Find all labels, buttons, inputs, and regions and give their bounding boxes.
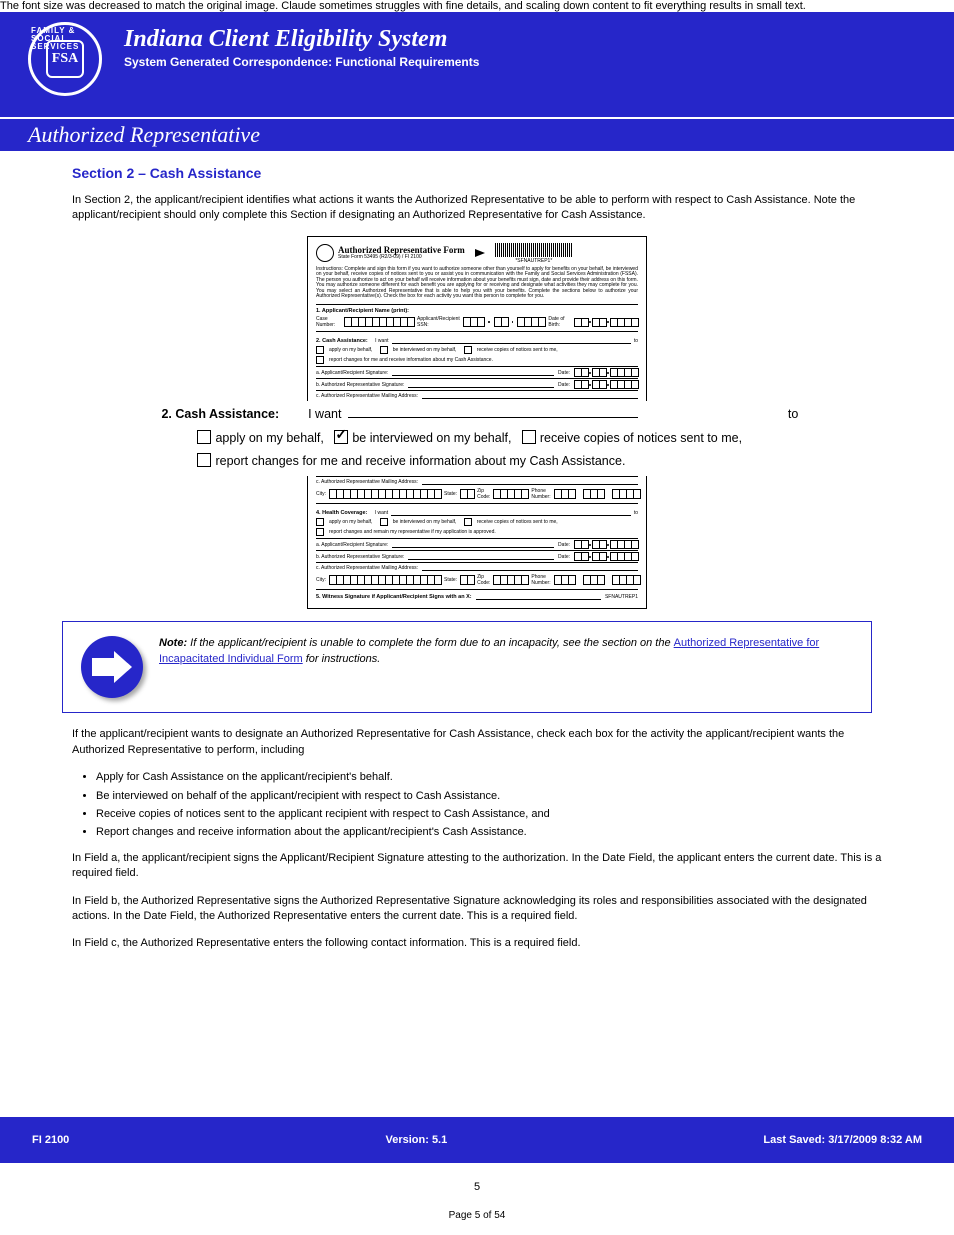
- barcode-caption: *SFNAUTREP1*: [495, 259, 573, 264]
- note-tail: for instructions.: [306, 653, 381, 665]
- s2-addr: c. Authorized Representative Mailing Add…: [316, 393, 418, 399]
- s2-to: to: [634, 338, 638, 344]
- callout-iwant: I want: [308, 407, 341, 421]
- s2-heading: 2. Cash Assistance:: [316, 338, 368, 345]
- s2-options: apply on my behalf, be interviewed on my…: [316, 346, 638, 354]
- callout-to: to: [788, 407, 798, 421]
- s1-case: Case Number:: [316, 316, 341, 328]
- s4-heading: 4. Health Coverage:: [316, 510, 367, 517]
- case-cells: [344, 317, 414, 327]
- s2-sig-a: a. Applicant/Recipient Signature:: [316, 370, 388, 376]
- header-band: FAMILY & SOCIAL SERVICES FSA Indiana Cli…: [0, 12, 954, 117]
- seal-initials: FSA: [46, 40, 84, 78]
- section-title: Authorized Representative: [28, 122, 260, 148]
- activity-bullets: Apply for Cash Assistance on the applica…: [96, 770, 882, 841]
- s2-date-a: Date:: [558, 370, 570, 376]
- intro-paragraph: In Section 2, the applicant/recipient id…: [72, 193, 882, 224]
- checkbox-notices[interactable]: [522, 430, 536, 444]
- form-section-4: 4. Health Coverage: I wantto apply on my…: [316, 503, 638, 586]
- form-figure: Authorized Representative Form State For…: [72, 236, 882, 610]
- note-label: Note:: [159, 637, 187, 649]
- callout-opt4: report changes for me and receive inform…: [215, 454, 625, 468]
- checkbox-apply[interactable]: [197, 430, 211, 444]
- s2-iwant: I want: [375, 338, 388, 344]
- field-c-paragraph: In Field c, the Authorized Representativ…: [72, 936, 882, 951]
- form-section-5: 5. Witness Signature if Applicant/Recipi…: [316, 589, 638, 600]
- header-titles: Indiana Client Eligibility System System…: [124, 22, 479, 69]
- checks-paragraph: If the applicant/recipient wants to desi…: [72, 727, 882, 758]
- s1-ssn: Applicant/Recipient SSN:: [417, 316, 460, 328]
- s1-dob: Date of Birth:: [548, 316, 571, 328]
- callout-opt3: receive copies of notices sent to me,: [540, 431, 742, 445]
- form-footer-code: SFNAUTREP1: [605, 594, 638, 600]
- callout-heading: 2. Cash Assistance:: [161, 407, 279, 421]
- arrow-right-icon: [81, 636, 143, 698]
- field-a-paragraph: In Field a, the applicant/recipient sign…: [72, 851, 882, 882]
- list-item: Receive copies of notices sent to the ap…: [96, 807, 882, 822]
- checkbox-interview[interactable]: [334, 430, 348, 444]
- s2-sig-b: b. Authorized Representative Signature:: [316, 382, 404, 388]
- note-box: Note: If the applicant/recipient is unab…: [62, 621, 872, 713]
- note-text: If the applicant/recipient is unable to …: [190, 637, 673, 649]
- ssn-cells: [463, 317, 484, 327]
- section2-callout: 2. Cash Assistance: I want to apply on m…: [112, 401, 912, 476]
- page-subtitle: System Generated Correspondence: Functio…: [124, 55, 479, 69]
- section-band: Authorized Representative: [0, 119, 954, 151]
- footer-band: FI 2100 Version: 5.1 Last Saved: 3/17/20…: [0, 1117, 954, 1163]
- list-item: Report changes and receive information a…: [96, 825, 882, 840]
- form-instructions: Instructions: Complete and sign this for…: [316, 267, 638, 300]
- barcode-icon: [495, 243, 573, 257]
- s2-date-b: Date:: [558, 382, 570, 388]
- callout-blank-line: [348, 417, 638, 418]
- callout-opt1: apply on my behalf,: [215, 431, 323, 445]
- page-number: 5: [0, 1181, 954, 1193]
- list-item: Be interviewed on behalf of the applican…: [96, 789, 882, 804]
- form-subtitle: State Form 53495 (R2/3-09) / FI 2100: [338, 255, 465, 260]
- mini-seal-icon: [316, 244, 334, 262]
- footer-right: Last Saved: 3/17/2009 8:32 AM: [763, 1134, 922, 1146]
- page-of: Page 5 of 54: [0, 1210, 954, 1221]
- form-section-1: 1. Applicant/Recipient Name (print): Cas…: [316, 304, 638, 329]
- s2-opt4: report changes for me and receive inform…: [329, 357, 493, 363]
- checkbox-report[interactable]: [197, 453, 211, 467]
- section-heading: Section 2 – Cash Assistance: [72, 165, 882, 181]
- footer-center: Version: 5.1: [69, 1134, 763, 1146]
- field-b-paragraph: In Field b, the Authorized Representativ…: [72, 894, 882, 925]
- s1-heading: 1. Applicant/Recipient Name (print):: [316, 308, 638, 315]
- footer-left: FI 2100: [32, 1134, 69, 1146]
- agency-seal: FAMILY & SOCIAL SERVICES FSA: [28, 22, 102, 96]
- list-item: Apply for Cash Assistance on the applica…: [96, 770, 882, 785]
- callout-opt2: be interviewed on my behalf,: [352, 431, 511, 445]
- arrow-icon: [475, 249, 485, 257]
- page-title: Indiana Client Eligibility System: [124, 26, 479, 53]
- s5-heading: 5. Witness Signature if Applicant/Recipi…: [316, 594, 472, 601]
